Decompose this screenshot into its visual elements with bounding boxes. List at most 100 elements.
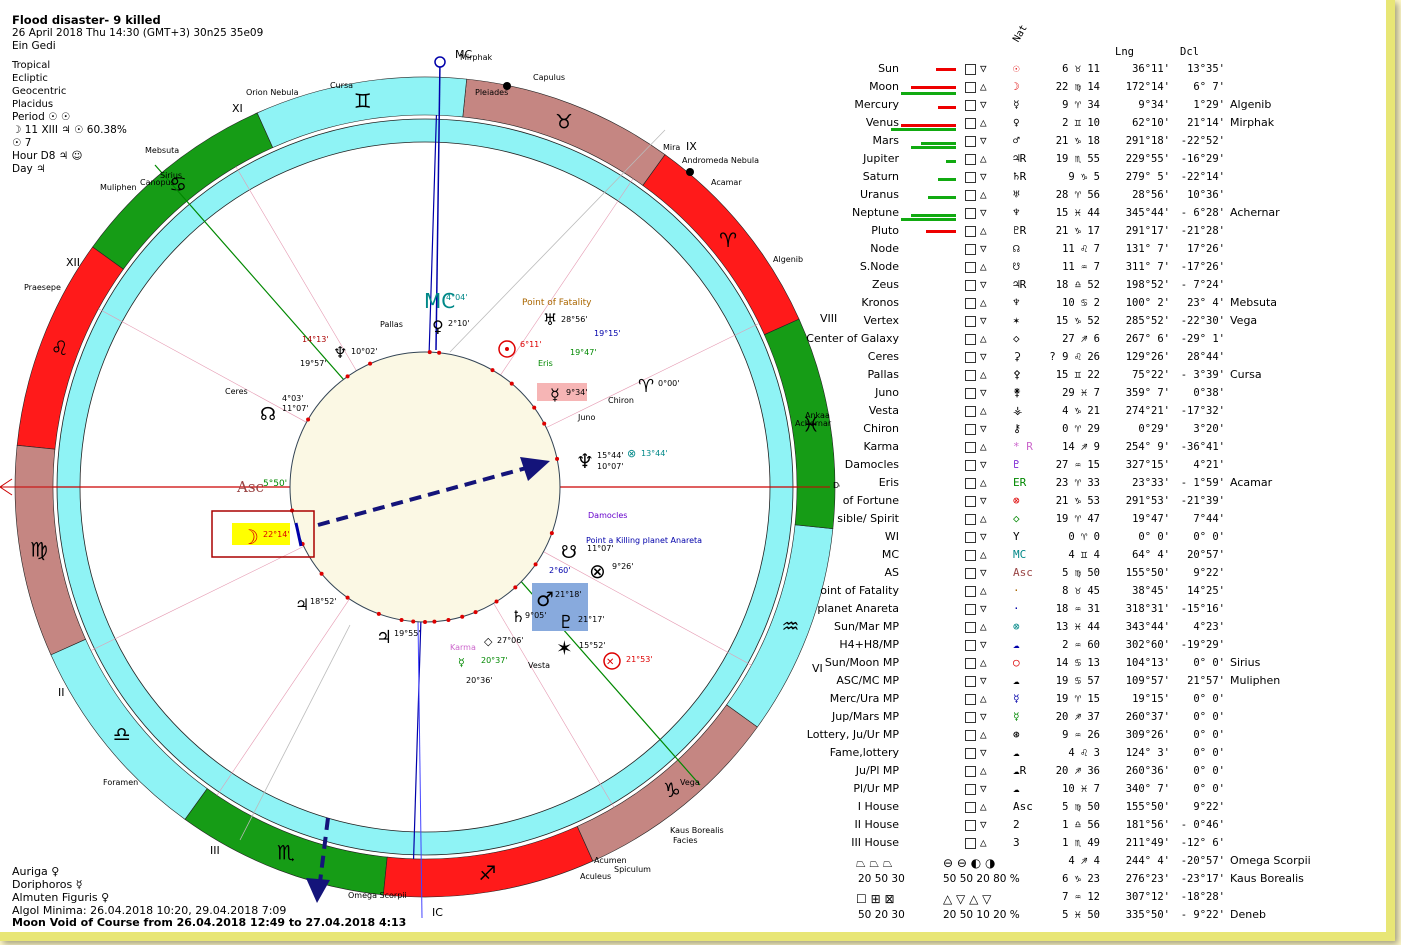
table-row[interactable]: Karma △ * R 14 ♐ 9 254° 9' -36°41' bbox=[830, 438, 1386, 456]
table-row[interactable]: I House △ Asc 5 ♍ 50 155°50' 9°22' bbox=[830, 798, 1386, 816]
sun-icon-dot bbox=[505, 347, 509, 351]
declination-value: -29° 1' bbox=[1180, 333, 1225, 345]
south-node-icon: ☋ bbox=[561, 542, 577, 563]
table-row[interactable]: 7 ♒ 12 307°12' -18°28' bbox=[830, 888, 1386, 906]
aspect-box-icon bbox=[965, 550, 976, 561]
table-row[interactable]: Pluto △ ♇R 21 ♑ 17 291°17' -21°28' bbox=[830, 222, 1386, 240]
house-number: III bbox=[210, 844, 220, 857]
planet-name: MC bbox=[881, 548, 899, 561]
table-row[interactable]: WI ▽ Y 0 ♈ 0 0° 0' 0° 0' bbox=[830, 528, 1386, 546]
planet-name: Eris bbox=[878, 476, 899, 489]
degree-label: 4°03' bbox=[282, 394, 303, 403]
longitude-value: 291°18' bbox=[1125, 135, 1170, 147]
longitude-value: 109°57' bbox=[1125, 675, 1170, 687]
table-row[interactable]: Mercury ▽ ☿ 9 ♈ 34 9°34' 1°29' Algenib bbox=[830, 96, 1386, 114]
declination-value: - 6°28' bbox=[1180, 207, 1225, 219]
planet-marker-dot bbox=[427, 350, 432, 355]
triangle-icon: ▽ bbox=[980, 746, 987, 759]
longitude-value: 345°44' bbox=[1125, 207, 1170, 219]
table-row[interactable]: Kronos △ ♆ 10 ♋ 2 100° 2' 23° 4' Mebsuta bbox=[830, 294, 1386, 312]
table-row[interactable]: Saturn ▽ ♄R 9 ♑ 5 279° 5' -22°14' bbox=[830, 168, 1386, 186]
table-row[interactable]: Damocles ▽ ♇ 27 ♒ 15 327°15' 4°21' bbox=[830, 456, 1386, 474]
table-row[interactable]: Venus △ ♀ 2 ♊ 10 62°10' 21°14' Mirphak bbox=[830, 114, 1386, 132]
planet-marker-dot bbox=[368, 361, 373, 366]
table-row[interactable]: Eris △ ER 23 ♈ 33 23°33' - 1°59' Acamar bbox=[830, 474, 1386, 492]
table-row[interactable]: Pl/Ur MP ▽ ☁ 10 ♓ 7 340° 7' 0° 0' bbox=[830, 780, 1386, 798]
fixed-star-label: Spiculum bbox=[614, 865, 651, 874]
zodiac-position: 15 ♊ 22 bbox=[1055, 369, 1100, 381]
asc-label: Asc bbox=[236, 478, 264, 496]
table-row[interactable]: Fame,lottery ▽ ☁ 4 ♌ 3 124° 3' 0° 0' bbox=[830, 744, 1386, 762]
declination-value: 0° 0' bbox=[1193, 711, 1225, 723]
table-row[interactable]: oint of Fatality △ · 8 ♉ 45 38°45' 14°25' bbox=[820, 582, 1386, 600]
planet-name: Node bbox=[870, 242, 899, 255]
table-row[interactable]: planet Anareta ▽ · 18 ♒ 31 318°31' -15°16' bbox=[817, 600, 1386, 618]
table-row[interactable]: 4 ♐ 4 244° 4' -20°57' Omega Scorpii bbox=[830, 852, 1386, 870]
table-row[interactable]: Mars ▽ ♂ 21 ♑ 18 291°18' -22°52' bbox=[830, 132, 1386, 150]
table-row[interactable]: H4+H8/MP ▽ ☁ 2 ♒ 60 302°60' -19°29' bbox=[830, 636, 1386, 654]
table-row[interactable]: Juno ▽ ⚵ 29 ♓ 7 359° 7' 0°38' bbox=[830, 384, 1386, 402]
declination-value: 21°57' bbox=[1187, 675, 1225, 687]
table-row[interactable]: Zeus ▽ ♃R 18 ♎ 52 198°52' - 7°24' bbox=[830, 276, 1386, 294]
longitude-value: 75°22' bbox=[1132, 369, 1170, 381]
table-row[interactable]: Pallas △ ⚴ 15 ♊ 22 75°22' - 3°39' Cursa bbox=[830, 366, 1386, 384]
triangle-icon: ▽ bbox=[980, 638, 987, 651]
aspect-box-icon bbox=[965, 442, 976, 453]
longitude-value: 291°53' bbox=[1125, 495, 1170, 507]
planet-marker-dot bbox=[460, 614, 465, 619]
zodiac-position: 4 ♑ 21 bbox=[1062, 405, 1100, 417]
declination-value: 17°26' bbox=[1187, 243, 1225, 255]
table-row[interactable]: Moon △ ☽ 22 ♍ 14 172°14' 6° 7' bbox=[830, 78, 1386, 96]
table-row[interactable]: 6 ♑ 23 276°23' -23°17' Kaus Borealis bbox=[830, 870, 1386, 888]
fixed-star-label: Vega bbox=[680, 778, 700, 787]
planet-glyph-icon: ☁ bbox=[1013, 674, 1020, 687]
table-row[interactable]: Vertex ▽ ✶ 15 ♑ 52 285°52' -22°30' Vega bbox=[830, 312, 1386, 330]
table-row[interactable]: AS ▽ Asc 5 ♍ 50 155°50' 9°22' bbox=[830, 564, 1386, 582]
table-row[interactable]: 5 ♓ 50 335°50' - 9°22' Deneb bbox=[830, 906, 1386, 924]
table-row[interactable]: Center of Galaxy △ ◇ 27 ♐ 6 267° 6' -29° 1' bbox=[806, 330, 1386, 348]
planet-marker-dot bbox=[513, 585, 518, 590]
planet-glyph-icon: ⊗ bbox=[1013, 494, 1020, 507]
table-row[interactable]: S.Node △ ☋ 11 ♒ 7 311° 7' -17°26' bbox=[830, 258, 1386, 276]
table-row[interactable]: Jup/Mars MP ▽ ☿ 20 ♐ 37 260°37' 0° 0' bbox=[830, 708, 1386, 726]
fixed-star-label: Mira bbox=[663, 143, 680, 152]
table-row[interactable]: sible/ Spirit △ ◇ 19 ♈ 47 19°47' 7°44' bbox=[830, 510, 1386, 528]
table-row[interactable]: Sun ▽ ☉ 6 ♉ 11 36°11' 13°35' bbox=[830, 60, 1386, 78]
table-row[interactable]: Uranus △ ♅ 28 ♈ 56 28°56' 10°36' bbox=[830, 186, 1386, 204]
table-row[interactable]: Vesta △ ⚶ 4 ♑ 21 274°21' -17°32' bbox=[830, 402, 1386, 420]
table-row[interactable]: Merc/Ura MP △ ☿ 19 ♈ 15 19°15' 0° 0' bbox=[830, 690, 1386, 708]
strength-bar bbox=[911, 214, 956, 217]
degree-label: Damocles bbox=[588, 511, 627, 520]
zodiac-sign-icon: ♑ bbox=[663, 778, 681, 802]
table-row[interactable]: Sun/Moon MP △ ○ 14 ♋ 13 104°13' 0° 0' Sirius bbox=[825, 654, 1386, 672]
table-row[interactable]: Jupiter △ ♃R 19 ♏ 55 229°55' -16°29' bbox=[830, 150, 1386, 168]
planet-glyph-icon: ⊗ bbox=[1013, 620, 1020, 633]
table-row[interactable]: ASC/MC MP ▽ ☁ 19 ♋ 57 109°57' 21°57' Muliphen bbox=[830, 672, 1386, 690]
planet-glyph-icon: ⚴ bbox=[1013, 368, 1022, 381]
zodiac-position: 6 ♑ 23 bbox=[1062, 873, 1100, 885]
table-row[interactable]: Ju/Pl MP △ ☁R 20 ♐ 36 260°36' 0° 0' bbox=[830, 762, 1386, 780]
table-row[interactable]: Chiron ▽ ⚷ 0 ♈ 29 0°29' 3°20' bbox=[830, 420, 1386, 438]
planet-marker-dot bbox=[376, 611, 381, 616]
table-row[interactable]: Ceres ▽ ⚳ ? 9 ♌ 26 129°26' 28°44' bbox=[830, 348, 1386, 366]
fixed-star-label: Cursa bbox=[330, 81, 353, 90]
table-row[interactable]: Node ▽ ☊ 11 ♌ 7 131° 7' 17°26' bbox=[830, 240, 1386, 258]
triangle-icon: ▽ bbox=[980, 674, 987, 687]
table-row[interactable]: III House △ 3 1 ♏ 49 211°49' -12° 6' bbox=[830, 834, 1386, 852]
zodiac-sign-icon: ♐ bbox=[478, 861, 496, 885]
table-row[interactable]: MC △ MC 4 ♊ 4 64° 4' 20°57' bbox=[830, 546, 1386, 564]
table-row[interactable]: Sun/Mar MP △ ⊗ 13 ♓ 44 343°44' 4°23' bbox=[830, 618, 1386, 636]
longitude-value: 198°52' bbox=[1125, 279, 1170, 291]
strength-bar bbox=[946, 160, 956, 163]
table-row[interactable]: of Fortune ▽ ⊗ 21 ♑ 53 291°53' -21°39' bbox=[830, 492, 1386, 510]
zodiac-position: 10 ♓ 7 bbox=[1062, 783, 1100, 795]
table-row[interactable]: Neptune ▽ ♆ 15 ♓ 44 345°44' - 6°28' Achernar bbox=[830, 204, 1386, 222]
planet-glyph-icon: ☋ bbox=[1013, 260, 1020, 273]
table-row[interactable]: Lottery, Ju/Ur MP △ ⊛ 9 ♒ 26 309°26' 0° 0' bbox=[807, 726, 1386, 744]
aspect-box-icon bbox=[965, 136, 976, 147]
zodiac-position: 28 ♈ 56 bbox=[1055, 189, 1100, 201]
table-row[interactable]: II House ▽ 2 1 ♎ 56 181°56' - 0°46' bbox=[830, 816, 1386, 834]
planet-name: AS bbox=[884, 566, 899, 579]
planet-marker-dot bbox=[494, 599, 499, 604]
zodiac-position: 1 ♎ 56 bbox=[1062, 819, 1100, 831]
